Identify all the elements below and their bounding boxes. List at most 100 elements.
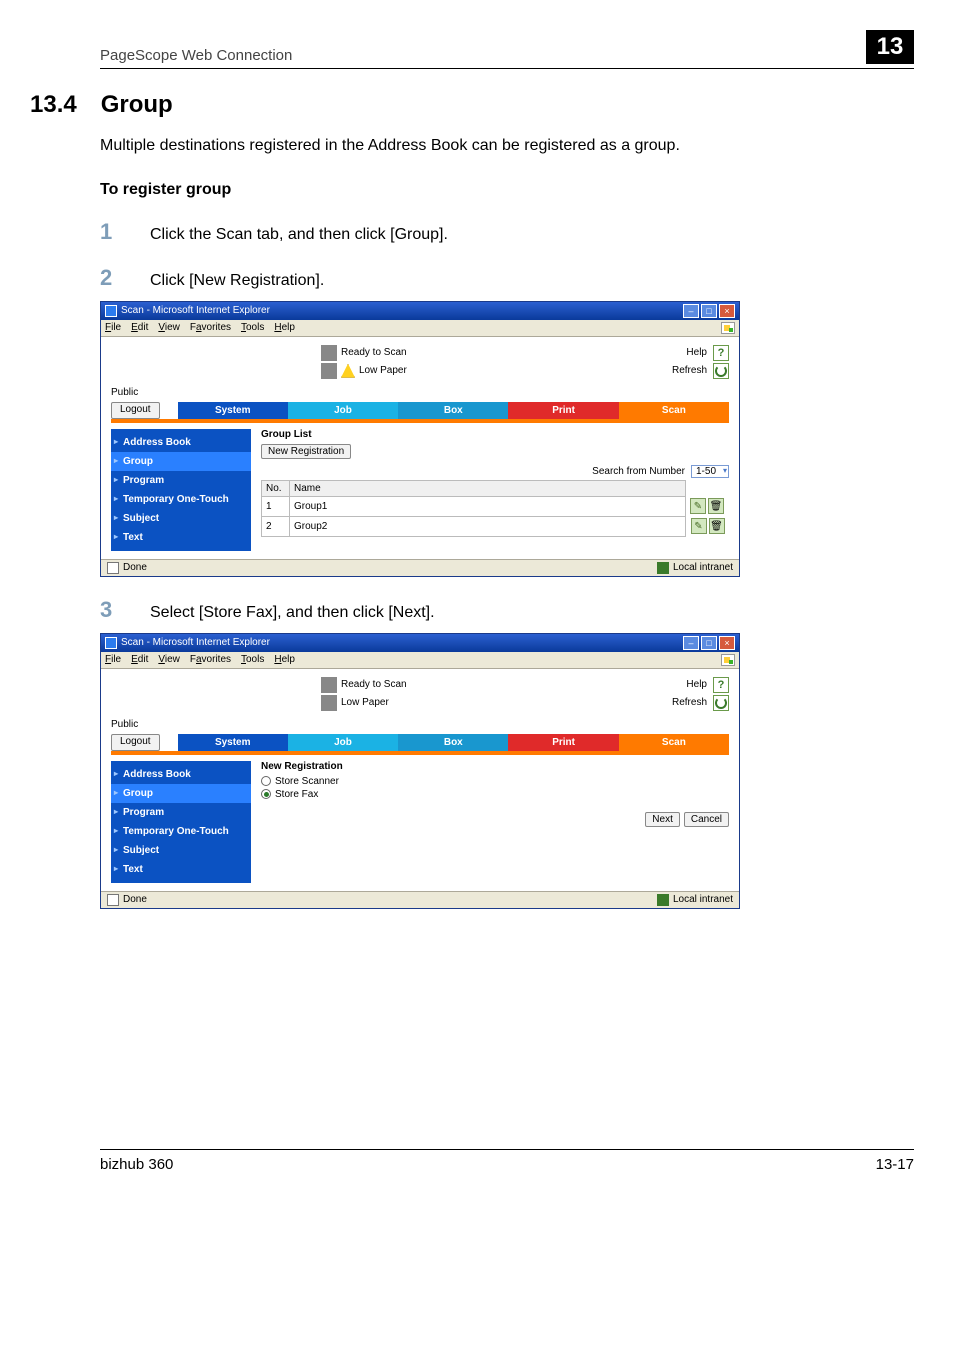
public-label: Public	[101, 719, 739, 734]
nav-text[interactable]: Text	[111, 528, 251, 547]
nav-address-book[interactable]: Address Book	[111, 433, 251, 452]
refresh-link[interactable]: Refresh	[672, 365, 707, 376]
tab-system[interactable]: System	[178, 402, 288, 419]
nav-subject[interactable]: Subject	[111, 509, 251, 528]
side-nav: Address Book Group Program Temporary One…	[111, 761, 251, 883]
page-header: PageScope Web Connection 13	[100, 30, 914, 69]
help-icon[interactable]: ?	[713, 345, 729, 361]
delete-icon[interactable]	[709, 518, 725, 534]
windows-flag-icon	[721, 322, 735, 334]
menu-favorites[interactable]: Favorites	[190, 322, 231, 333]
step-number: 2	[100, 265, 120, 291]
status-zone: Local intranet	[673, 894, 733, 905]
search-from-number-label: Search from Number	[592, 466, 685, 477]
tab-box[interactable]: Box	[398, 734, 508, 751]
page-footer: bizhub 360 13-17	[100, 1149, 914, 1173]
windows-flag-icon	[721, 654, 735, 666]
menu-tools[interactable]: Tools	[241, 654, 264, 665]
next-button[interactable]: Next	[645, 812, 680, 827]
nav-program[interactable]: Program	[111, 471, 251, 490]
logout-button[interactable]: Logout	[111, 734, 160, 751]
nav-group[interactable]: Group	[111, 452, 251, 471]
group-table: No. Name 1 Group1 2 Group2	[261, 480, 729, 537]
maximize-button[interactable]: □	[701, 304, 717, 318]
menu-edit[interactable]: Edit	[131, 322, 148, 333]
nav-temporary-one-touch[interactable]: Temporary One-Touch	[111, 490, 251, 509]
tab-box[interactable]: Box	[398, 402, 508, 419]
minimize-button[interactable]: –	[683, 636, 699, 650]
menu-tools[interactable]: Tools	[241, 322, 264, 333]
cell-no: 1	[262, 496, 290, 516]
menu-edit[interactable]: Edit	[131, 654, 148, 665]
status-ready: Ready to Scan	[341, 679, 407, 690]
number-range-select[interactable]: 1-50	[691, 465, 729, 478]
tab-print[interactable]: Print	[508, 402, 618, 419]
printer-icon	[321, 345, 337, 361]
nav-group[interactable]: Group	[111, 784, 251, 803]
chapter-number-box: 13	[866, 30, 914, 64]
new-registration-button[interactable]: New Registration	[261, 444, 351, 459]
menu-help[interactable]: Help	[274, 322, 295, 333]
menu-view[interactable]: View	[158, 322, 180, 333]
radio-icon	[261, 776, 271, 786]
edit-icon[interactable]	[691, 518, 707, 534]
step-text: Click [New Registration].	[150, 272, 324, 290]
nav-subject[interactable]: Subject	[111, 841, 251, 860]
edit-icon[interactable]	[690, 498, 706, 514]
zone-icon	[657, 894, 669, 906]
screenshot-group-list: Scan - Microsoft Internet Explorer – □ ×…	[100, 301, 740, 577]
logout-button[interactable]: Logout	[111, 402, 160, 419]
tab-print[interactable]: Print	[508, 734, 618, 751]
public-label: Public	[101, 387, 739, 402]
tab-job[interactable]: Job	[288, 402, 398, 419]
content-panel: New Registration Store Scanner Store Fax…	[261, 761, 729, 883]
window-title: Scan - Microsoft Internet Explorer	[121, 637, 270, 648]
section-heading: 13.4 Group	[30, 91, 914, 119]
th-name: Name	[290, 480, 686, 496]
maximize-button[interactable]: □	[701, 636, 717, 650]
nav-address-book[interactable]: Address Book	[111, 765, 251, 784]
menu-file[interactable]: File	[105, 322, 121, 333]
help-icon[interactable]: ?	[713, 677, 729, 693]
help-link[interactable]: Help	[686, 679, 707, 690]
refresh-icon[interactable]	[713, 363, 729, 379]
tab-job[interactable]: Job	[288, 734, 398, 751]
footer-left: bizhub 360	[100, 1156, 173, 1173]
sub-heading: To register group	[100, 181, 914, 199]
screenshot-new-registration: Scan - Microsoft Internet Explorer – □ ×…	[100, 633, 740, 909]
tab-scan[interactable]: Scan	[619, 402, 729, 419]
refresh-icon[interactable]	[713, 695, 729, 711]
tab-scan[interactable]: Scan	[619, 734, 729, 751]
nav-temporary-one-touch[interactable]: Temporary One-Touch	[111, 822, 251, 841]
content-panel: Group List New Registration Search from …	[261, 429, 729, 551]
tab-system[interactable]: System	[178, 734, 288, 751]
menu-favorites[interactable]: Favorites	[190, 654, 231, 665]
delete-icon[interactable]	[708, 498, 724, 514]
menu-file[interactable]: File	[105, 654, 121, 665]
table-row: 2 Group2	[262, 516, 729, 536]
radio-store-fax[interactable]: Store Fax	[261, 789, 729, 800]
nav-program[interactable]: Program	[111, 803, 251, 822]
step-number: 1	[100, 219, 120, 245]
window-titlebar: Scan - Microsoft Internet Explorer – □ ×	[101, 634, 739, 652]
nav-text[interactable]: Text	[111, 860, 251, 879]
close-button[interactable]: ×	[719, 636, 735, 650]
zone-icon	[657, 562, 669, 574]
cell-name: Group1	[290, 496, 686, 516]
step-text: Click the Scan tab, and then click [Grou…	[150, 226, 448, 244]
device-status-row: Ready to Scan Low Paper Help? Refresh	[101, 337, 739, 387]
radio-store-scanner[interactable]: Store Scanner	[261, 776, 729, 787]
menu-help[interactable]: Help	[274, 654, 295, 665]
browser-statusbar: Done Local intranet	[101, 891, 739, 908]
close-button[interactable]: ×	[719, 304, 735, 318]
refresh-link[interactable]: Refresh	[672, 697, 707, 708]
menu-view[interactable]: View	[158, 654, 180, 665]
window-titlebar: Scan - Microsoft Internet Explorer – □ ×	[101, 302, 739, 320]
help-link[interactable]: Help	[686, 347, 707, 358]
th-no: No.	[262, 480, 290, 496]
cancel-button[interactable]: Cancel	[684, 812, 729, 827]
minimize-button[interactable]: –	[683, 304, 699, 318]
done-icon	[107, 894, 119, 906]
printer-icon	[321, 695, 337, 711]
radio-label: Store Scanner	[275, 776, 339, 787]
